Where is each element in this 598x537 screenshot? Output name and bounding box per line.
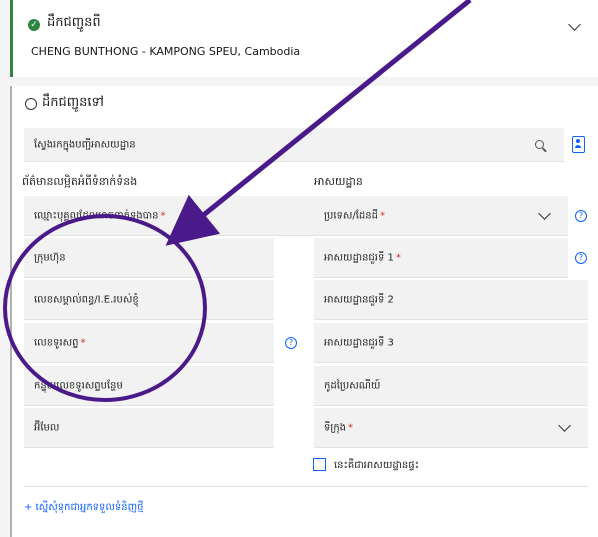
- search-icon[interactable]: [535, 140, 544, 149]
- address-help-icon[interactable]: ?: [575, 252, 587, 264]
- add-new-recipient-link[interactable]: + ស្នើសុំទុកជាអ្នកទទួលទំនិញថ្មី: [24, 500, 143, 515]
- residential-checkbox[interactable]: [313, 458, 326, 471]
- address-line-1-label: អាសយដ្ឋានជួរទី 1: [324, 252, 394, 263]
- ship-from-panel[interactable]: ✓ ដឹកជញ្ជូនពី CHENG BUNTHONG - KAMPONG S…: [10, 0, 598, 77]
- city-label: ទីក្រុង: [324, 422, 347, 433]
- required-mark: *: [160, 210, 166, 221]
- company-field[interactable]: ក្រុមហ៊ុន: [24, 238, 274, 278]
- address-line-1-field[interactable]: អាសយដ្ឋានជួរទី 1 *: [314, 238, 568, 278]
- company-label: ក្រុមហ៊ុន: [34, 252, 66, 263]
- email-label: អ៊ីមែល: [34, 422, 60, 433]
- email-field[interactable]: អ៊ីមែល: [24, 408, 274, 448]
- check-circle-icon: ✓: [28, 19, 40, 31]
- phone-help-icon[interactable]: ?: [285, 337, 297, 349]
- phone-field[interactable]: លេខទូរសព្ទ *: [24, 323, 274, 363]
- residential-label: នេះគឺជាអាសយដ្ឋានផ្ទះ: [334, 460, 419, 471]
- tax-id-label: លេខសម្គាល់ពន្ធ/I.E.របស់ខ្ញុំ: [34, 294, 139, 305]
- phone-label: លេខទូរសព្ទ: [34, 337, 79, 348]
- address-line-3-label: អាសយដ្ឋានជួរទី 3: [324, 337, 394, 348]
- chevron-down-icon: [538, 207, 551, 220]
- required-mark: *: [379, 210, 385, 221]
- phone-extension-label: កន្ទុយលេខទូរសព្ទបន្ថែម: [34, 380, 123, 391]
- country-help-icon[interactable]: ?: [575, 210, 587, 222]
- address-heading: អាសយដ្ឋាន: [314, 175, 363, 188]
- ship-to-panel: ដឹកជញ្ជូនទៅ ស្វែងរកក្នុងបញ្ជីអាសយដ្ឋាន ព…: [10, 86, 598, 537]
- address-line-2-field[interactable]: អាសយដ្ឋានជួរទី 2: [314, 280, 588, 320]
- address-line-2-label: អាសយដ្ឋានជួរទី 2: [324, 294, 394, 305]
- country-select[interactable]: ប្រទេស/ដែនដី *: [314, 196, 568, 236]
- postal-code-field[interactable]: កូដប្រៃសណីយ៍: [314, 366, 588, 406]
- contact-details-heading: ព័ត៌មានលម្អិតអំពីទំនាក់ទំនង: [22, 175, 138, 188]
- postal-code-label: កូដប្រៃសណីយ៍: [324, 380, 381, 391]
- ship-from-title: ដឹកជញ្ជូនពី: [47, 15, 101, 30]
- country-label: ប្រទេស/ដែនដី: [324, 210, 378, 221]
- address-line-3-field[interactable]: អាសយដ្ឋានជួរទី 3: [314, 323, 588, 363]
- tax-id-field[interactable]: លេខសម្គាល់ពន្ធ/I.E.របស់ខ្ញុំ: [24, 280, 274, 320]
- address-book-icon[interactable]: [572, 136, 585, 153]
- city-select[interactable]: ទីក្រុង *: [314, 408, 588, 448]
- ship-to-title: ដឹកជញ្ជូនទៅ: [42, 95, 104, 110]
- address-book-search-input[interactable]: ស្វែងរកក្នុងបញ្ជីអាសយដ្ឋាន: [24, 128, 564, 162]
- contact-name-label: ឈ្មោះបុគ្គលដែលអាចទាក់ទងបាន: [34, 210, 159, 221]
- divider: [24, 486, 588, 487]
- contact-name-field[interactable]: ឈ្មោះបុគ្គលដែលអាចទាក់ទងបាន *: [24, 196, 327, 236]
- phone-extension-field[interactable]: កន្ទុយលេខទូរសព្ទបន្ថែម: [24, 366, 274, 406]
- required-mark: *: [395, 252, 401, 263]
- required-mark: *: [348, 422, 354, 433]
- chevron-down-icon[interactable]: [568, 18, 581, 31]
- required-mark: *: [80, 337, 86, 348]
- ship-from-address: CHENG BUNTHONG - KAMPONG SPEU, Cambodia: [31, 45, 301, 58]
- chevron-down-icon: [558, 419, 571, 432]
- radio-icon[interactable]: [25, 98, 37, 110]
- search-placeholder: ស្វែងរកក្នុងបញ្ជីអាសយដ្ឋាន: [34, 139, 136, 150]
